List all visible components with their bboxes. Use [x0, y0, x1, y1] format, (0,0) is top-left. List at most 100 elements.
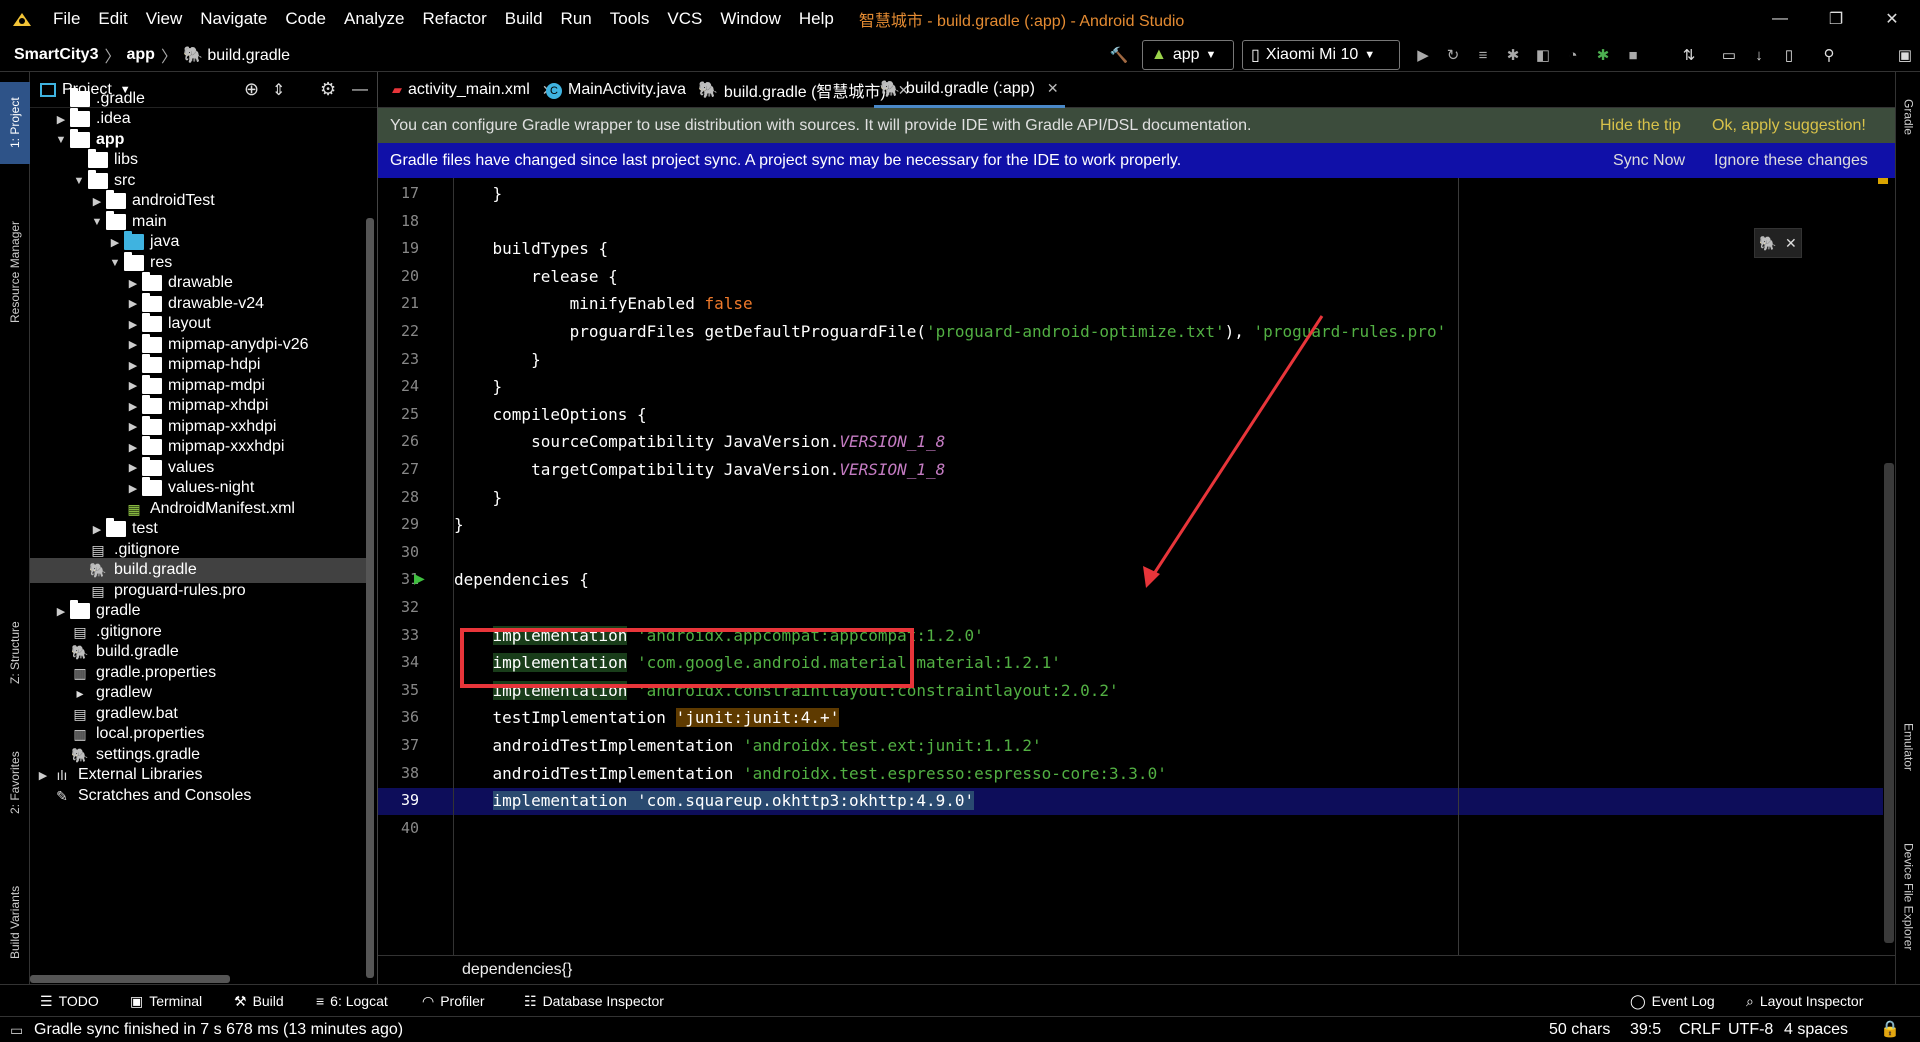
menu-refactor[interactable]: Refactor — [413, 0, 495, 38]
device-manager-icon[interactable]: ▯ — [1776, 42, 1802, 68]
editor-tab-1[interactable]: ▰activity_main.xml✕ — [386, 72, 560, 108]
menu-analyze[interactable]: Analyze — [335, 0, 413, 38]
expand-arrow-right-icon[interactable]: ▶ — [52, 113, 70, 126]
sync-project-icon[interactable]: ⇅ — [1676, 42, 1702, 68]
expand-arrow-right-icon[interactable]: ▶ — [124, 461, 142, 474]
menu-file[interactable]: File — [44, 0, 89, 38]
expand-arrow-right-icon[interactable]: ▶ — [124, 379, 142, 392]
tool-tab-favorites[interactable]: 2: Favorites — [0, 735, 30, 830]
expand-arrow-right-icon[interactable]: ▶ — [124, 441, 142, 454]
menu-view[interactable]: View — [137, 0, 192, 38]
menu-vcs[interactable]: VCS — [658, 0, 711, 38]
close-window-icon[interactable]: ✕ — [1864, 0, 1920, 38]
line-separator[interactable]: CRLF — [1679, 1017, 1721, 1042]
database-inspector-tool[interactable]: ☷ Database Inspector — [524, 985, 664, 1017]
run-icon[interactable]: ▶ — [1410, 42, 1436, 68]
tool-tab-build-variants[interactable]: Build Variants — [0, 867, 30, 977]
hide-tip-link[interactable]: Hide the tip — [1600, 108, 1681, 143]
expand-arrow-right-icon[interactable]: ▶ — [106, 236, 124, 249]
event-log-tool[interactable]: ◯ Event Log — [1630, 985, 1715, 1017]
tree-item-label: Scratches and Consoles — [78, 786, 252, 804]
menu-tools[interactable]: Tools — [601, 0, 659, 38]
breadcrumb-file[interactable]: 🐘 build.gradle — [179, 45, 294, 65]
menu-run[interactable]: Run — [552, 0, 601, 38]
attach-debugger-icon[interactable]: ◧ — [1530, 42, 1556, 68]
expand-arrow-right-icon[interactable]: ▶ — [124, 482, 142, 495]
menu-navigate[interactable]: Navigate — [191, 0, 276, 38]
breadcrumb-scope[interactable]: dependencies{} — [462, 961, 572, 979]
editor-tab-4[interactable]: 🐘 build.gradle (:app) ✕ — [874, 72, 1065, 108]
debug-icon[interactable]: ✱ — [1500, 42, 1526, 68]
terminal-tool[interactable]: ▣ Terminal — [130, 985, 202, 1017]
editor-tab-bar: ▰activity_main.xml✕CMainActivity.java✕ 🐘b… — [378, 72, 1895, 108]
tool-tab-gradle[interactable]: Gradle — [1896, 82, 1920, 152]
indent-setting[interactable]: 4 spaces — [1784, 1017, 1848, 1042]
menu-edit[interactable]: Edit — [89, 0, 136, 38]
apply-code-changes-icon[interactable]: ≡ — [1470, 42, 1496, 68]
expand-arrow-right-icon[interactable]: ▶ — [124, 277, 142, 290]
layout-inspector-tool[interactable]: ⌕ Layout Inspector — [1746, 985, 1863, 1017]
expand-arrow-right-icon[interactable]: ▶ — [88, 523, 106, 536]
caret-position[interactable]: 39:5 — [1630, 1017, 1661, 1042]
attach-process-icon[interactable]: ✱ — [1590, 42, 1616, 68]
expand-arrow-right-icon[interactable]: ▶ — [124, 400, 142, 413]
make-project-hammer-icon[interactable]: 🔨 — [1106, 42, 1132, 68]
menu-code[interactable]: Code — [276, 0, 335, 38]
menu-help[interactable]: Help — [790, 0, 843, 38]
profile-icon[interactable]: ◔ — [1560, 42, 1586, 68]
todo-tool[interactable]: ☰ TODO — [40, 985, 99, 1017]
tool-tab-resource-manager[interactable]: Resource Manager — [0, 207, 30, 337]
file-encoding[interactable]: UTF-8 — [1728, 1017, 1773, 1042]
expand-arrow-right-icon[interactable]: ▶ — [124, 359, 142, 372]
device-select[interactable]: ▯ Xiaomi Mi 10 ▼ — [1242, 40, 1400, 70]
expand-arrow-right-icon[interactable]: ▶ — [124, 318, 142, 331]
tree-item-label: mipmap-xxhdpi — [168, 417, 277, 435]
breadcrumb-project[interactable]: SmartCity3 — [10, 46, 102, 64]
tree-item-label: .gitignore — [96, 622, 162, 640]
expand-arrow-right-icon[interactable]: ▶ — [88, 195, 106, 208]
tree-item-scratches-and-consoles[interactable]: ✎ Scratches and Consoles — [30, 783, 366, 808]
tool-tab-project[interactable]: 1: Project — [0, 82, 30, 164]
expand-arrow-right-icon[interactable]: ▶ — [34, 769, 52, 782]
menu-window[interactable]: Window — [711, 0, 789, 38]
tool-tab-device-file-explorer[interactable]: Device File Explorer — [1896, 817, 1920, 977]
build-tool[interactable]: ⚒ Build — [234, 985, 284, 1017]
expand-arrow-right-icon[interactable]: ▶ — [124, 297, 142, 310]
expand-arrow-down-icon[interactable]: ▼ — [70, 175, 88, 187]
project-horizontal-scrollbar[interactable] — [30, 975, 230, 983]
profiler-tool[interactable]: ◠ Profiler — [422, 985, 485, 1017]
expand-arrow-down-icon[interactable]: ▼ — [106, 257, 124, 269]
menu-build[interactable]: Build — [496, 0, 552, 38]
stop-icon[interactable]: ■ — [1620, 42, 1646, 68]
status-toggle-icon[interactable]: ▭ — [10, 1017, 23, 1042]
hide-toolbar-icon[interactable]: ▣ — [1892, 42, 1918, 68]
sync-now-link[interactable]: Sync Now — [1613, 143, 1685, 178]
project-vertical-scrollbar[interactable] — [366, 218, 374, 978]
minimize-icon[interactable]: — — [1752, 0, 1808, 38]
search-icon[interactable]: ⚲ — [1816, 42, 1842, 68]
editor-tab-2[interactable]: C MainActivity.java ✕ — [540, 72, 716, 108]
expand-arrow-right-icon[interactable]: ▶ — [52, 605, 70, 618]
avd-manager-icon[interactable]: ▭ — [1716, 42, 1742, 68]
sdk-manager-icon[interactable]: ↓ — [1746, 42, 1772, 68]
expand-arrow-down-icon[interactable]: ▼ — [52, 134, 70, 146]
tree-item-label: test — [132, 520, 158, 537]
close-tab-icon[interactable]: ✕ — [1047, 80, 1059, 97]
logcat-tool[interactable]: ≡ 6: Logcat — [316, 985, 388, 1017]
lock-icon[interactable]: 🔒 — [1880, 1017, 1900, 1042]
tool-tab-emulator[interactable]: Emulator — [1896, 702, 1920, 792]
ignore-changes-link[interactable]: Ignore these changes — [1714, 143, 1868, 178]
expand-arrow-right-icon[interactable]: ▶ — [124, 338, 142, 351]
tool-tab-structure[interactable]: Z: Structure — [0, 605, 30, 700]
android-icon: ▲ — [1151, 46, 1167, 63]
editor-tab-label: MainActivity.java — [568, 81, 686, 98]
restore-icon[interactable]: ❐ — [1808, 0, 1864, 38]
code-editor[interactable]: 17 } 18 19 buildTypes {20 release {21 mini… — [378, 178, 1895, 955]
apply-changes-icon[interactable]: ↻ — [1440, 42, 1466, 68]
breadcrumb-module[interactable]: app — [123, 46, 159, 64]
run-config-select[interactable]: ▲ app ▼ — [1142, 40, 1234, 70]
status-message[interactable]: Gradle sync finished in 7 s 678 ms (13 m… — [34, 1017, 403, 1042]
expand-arrow-right-icon[interactable]: ▶ — [124, 420, 142, 433]
expand-arrow-down-icon[interactable]: ▼ — [88, 216, 106, 228]
apply-suggestion-link[interactable]: Ok, apply suggestion! — [1712, 108, 1866, 143]
